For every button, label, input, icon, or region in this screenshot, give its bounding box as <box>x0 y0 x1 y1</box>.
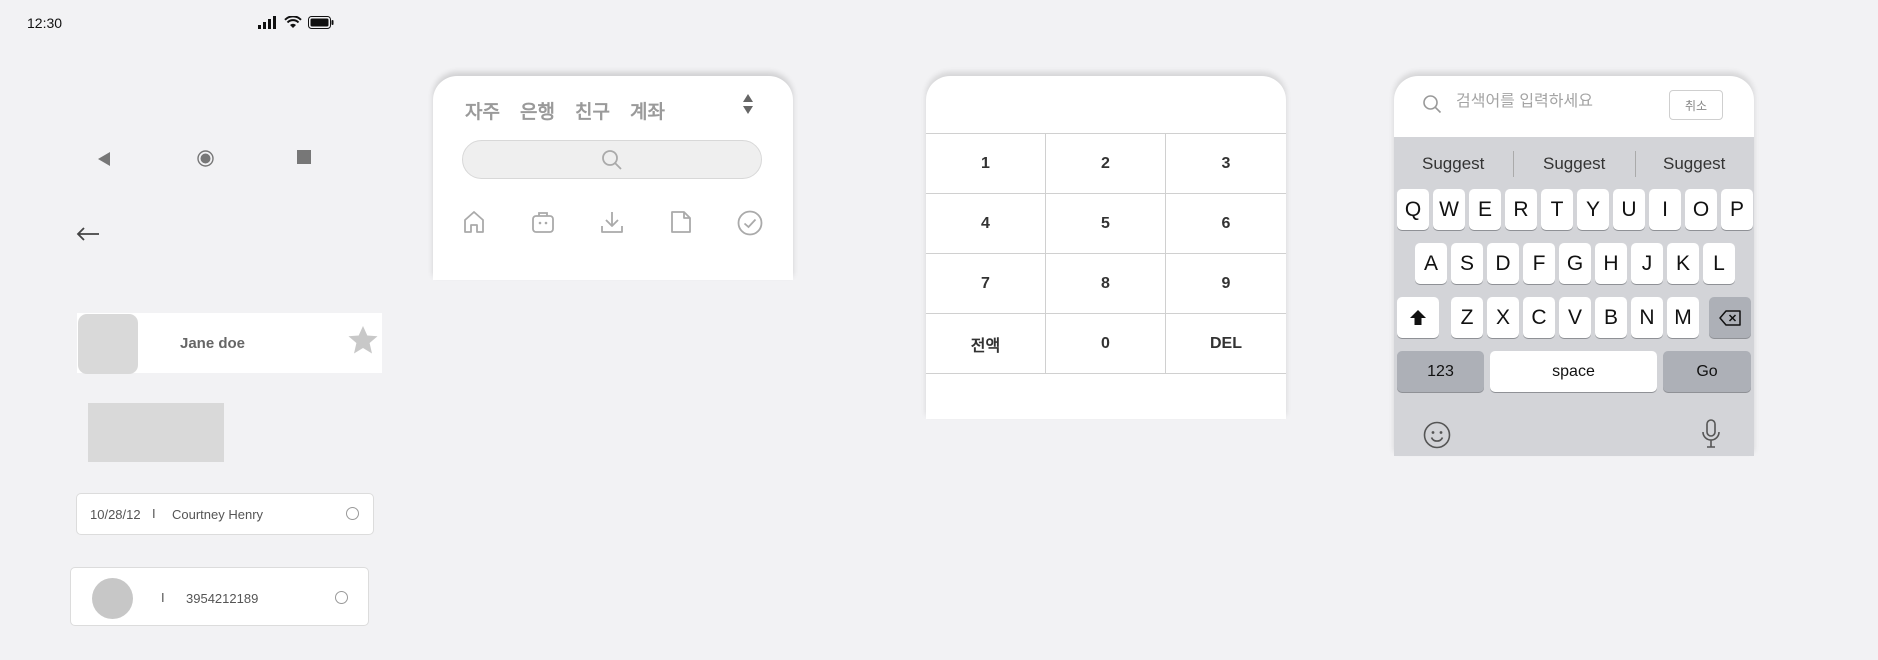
nav-back-icon[interactable] <box>97 151 111 167</box>
key-j[interactable]: J <box>1631 243 1663 284</box>
shift-key[interactable] <box>1397 297 1439 338</box>
key-d[interactable]: D <box>1487 243 1519 284</box>
tab-friends[interactable]: 친구 <box>575 97 610 124</box>
numpad-key-5[interactable]: 5 <box>1046 194 1166 254</box>
tab-frequent[interactable]: 자주 <box>465 97 500 124</box>
key-t[interactable]: T <box>1541 189 1573 230</box>
home-icon[interactable] <box>463 210 485 234</box>
search-icon <box>602 150 622 170</box>
numbers-key[interactable]: 123 <box>1397 351 1484 392</box>
sort-icon[interactable] <box>742 93 754 115</box>
tab-bank[interactable]: 은행 <box>520 97 555 124</box>
key-m[interactable]: M <box>1667 297 1699 338</box>
star-icon[interactable] <box>347 325 379 355</box>
numpad-key-delete[interactable]: DEL <box>1166 314 1286 374</box>
numpad-key-2[interactable]: 2 <box>1046 134 1166 194</box>
bag-icon[interactable] <box>531 210 555 234</box>
key-h[interactable]: H <box>1595 243 1627 284</box>
nav-home-icon[interactable] <box>197 150 214 167</box>
microphone-icon[interactable] <box>1701 419 1721 449</box>
key-a[interactable]: A <box>1415 243 1447 284</box>
image-placeholder <box>88 403 224 462</box>
contact-name: Jane doe <box>180 335 246 352</box>
shift-icon <box>1410 309 1426 325</box>
wifi-icon <box>284 16 302 28</box>
status-icons <box>258 16 334 29</box>
signal-icon <box>258 16 276 29</box>
key-k[interactable]: K <box>1667 243 1699 284</box>
key-z[interactable]: Z <box>1451 297 1483 338</box>
numpad-key-1[interactable]: 1 <box>926 134 1046 194</box>
numpad-key-6[interactable]: 6 <box>1166 194 1286 254</box>
suggestion-1[interactable]: Suggest <box>1422 154 1484 174</box>
key-l[interactable]: L <box>1703 243 1735 284</box>
suggestion-3[interactable]: Suggest <box>1663 154 1725 174</box>
account-avatar <box>92 578 133 619</box>
backspace-key[interactable] <box>1709 297 1751 338</box>
key-f[interactable]: F <box>1523 243 1555 284</box>
key-e[interactable]: E <box>1469 189 1501 230</box>
key-b[interactable]: B <box>1595 297 1627 338</box>
key-n[interactable]: N <box>1631 297 1663 338</box>
record-separator: I <box>152 506 156 521</box>
status-time: 12:30 <box>27 15 63 31</box>
contact-avatar <box>78 314 138 374</box>
space-key[interactable]: space <box>1490 351 1657 392</box>
account-separator: I <box>161 590 165 605</box>
key-u[interactable]: U <box>1613 189 1645 230</box>
cancel-button[interactable]: 취소 <box>1669 90 1723 120</box>
numpad-key-all[interactable]: 전액 <box>926 314 1046 374</box>
key-g[interactable]: G <box>1559 243 1591 284</box>
nav-recent-icon[interactable] <box>297 150 311 164</box>
number-pad-card: 1 2 3 4 5 6 7 8 9 전액 0 DEL <box>926 76 1286 419</box>
suggestion-2[interactable]: Suggest <box>1543 154 1605 174</box>
key-i[interactable]: I <box>1649 189 1681 230</box>
key-o[interactable]: O <box>1685 189 1717 230</box>
record-date: 10/28/12 <box>90 507 141 522</box>
numpad-key-3[interactable]: 3 <box>1166 134 1286 194</box>
suggestion-divider <box>1513 151 1514 177</box>
keyboard-search-input[interactable] <box>1456 93 1656 111</box>
numpad-key-0[interactable]: 0 <box>1046 314 1166 374</box>
key-s[interactable]: S <box>1451 243 1483 284</box>
numpad-key-9[interactable]: 9 <box>1166 254 1286 314</box>
go-key[interactable]: Go <box>1663 351 1751 392</box>
emoji-icon[interactable] <box>1423 421 1451 449</box>
key-p[interactable]: P <box>1721 189 1753 230</box>
account-number: 3954212189 <box>186 591 259 606</box>
numpad-key-8[interactable]: 8 <box>1046 254 1166 314</box>
key-r[interactable]: R <box>1505 189 1537 230</box>
download-icon[interactable] <box>600 210 624 234</box>
key-x[interactable]: X <box>1487 297 1519 338</box>
backspace-icon <box>1719 309 1741 326</box>
document-icon[interactable] <box>670 210 692 234</box>
search-icon <box>1423 95 1442 114</box>
record-radio[interactable] <box>346 507 359 520</box>
back-arrow-icon[interactable] <box>76 226 100 242</box>
tab-account[interactable]: 계좌 <box>630 97 665 124</box>
key-y[interactable]: Y <box>1577 189 1609 230</box>
check-circle-icon[interactable] <box>737 210 763 236</box>
key-w[interactable]: W <box>1433 189 1465 230</box>
key-c[interactable]: C <box>1523 297 1555 338</box>
numpad-key-4[interactable]: 4 <box>926 194 1046 254</box>
battery-icon <box>308 16 334 29</box>
suggestion-divider <box>1635 151 1636 177</box>
number-pad: 1 2 3 4 5 6 7 8 9 전액 0 DEL <box>926 133 1286 374</box>
numpad-key-7[interactable]: 7 <box>926 254 1046 314</box>
key-q[interactable]: Q <box>1397 189 1429 230</box>
record-name: Courtney Henry <box>172 507 264 522</box>
key-v[interactable]: V <box>1559 297 1591 338</box>
account-radio[interactable] <box>335 591 348 604</box>
